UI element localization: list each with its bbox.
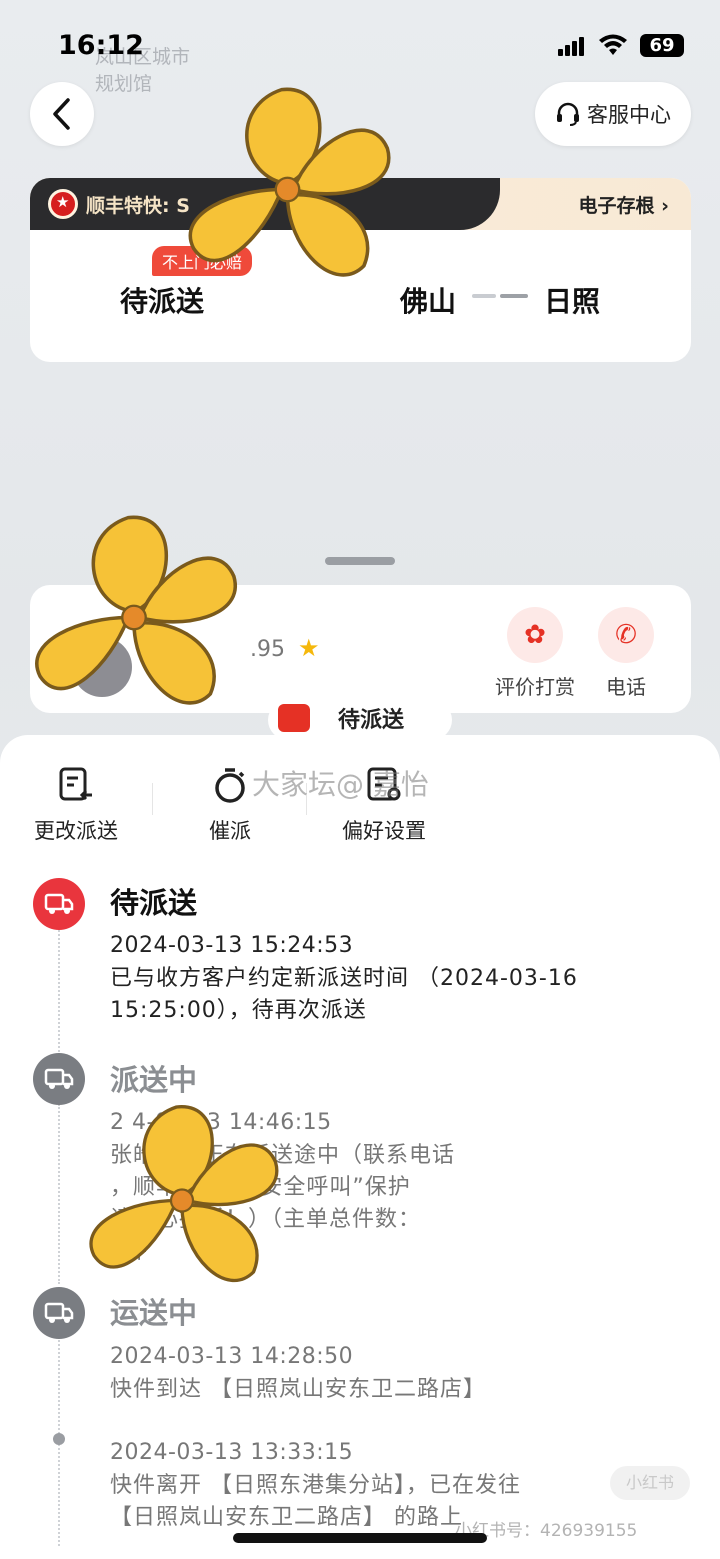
edit-document-icon <box>16 765 136 807</box>
timeline-description-line: 快件离开 【日照东港集分站】，已在发往 <box>110 1473 521 1498</box>
drag-handle[interactable] <box>325 557 395 565</box>
headset-icon <box>557 102 579 126</box>
call-label: 电话 <box>606 675 646 699</box>
wifi-icon <box>598 33 628 63</box>
timeline-description-line: 15:25:00），待再次派送 <box>110 998 367 1023</box>
courier-rating: .95 <box>250 637 285 662</box>
xiaohongshu-badge: 小红书 <box>610 1466 690 1500</box>
timeline-description-line: 已与收方客户约定新派送时间 （2024-03-16 <box>110 966 578 991</box>
battery-icon: 69 <box>640 34 684 57</box>
rate-tip-label: 评价打赏 <box>495 675 575 699</box>
sf-badge-icon <box>48 189 78 219</box>
truck-icon <box>278 704 310 732</box>
timeline-dot <box>53 1433 65 1445</box>
route-origin: 佛山 <box>400 285 457 318</box>
customer-service-label: 客服中心 <box>587 103 671 127</box>
electronic-stub-link[interactable]: 电子存根 › <box>579 191 669 218</box>
delivery-truck-icon <box>33 878 85 930</box>
timeline-description: 快件到达 【日照岚山安东卫二路店】 <box>110 1374 670 1406</box>
status-time: 16:12 <box>58 30 144 61</box>
call-button[interactable]: ✆ 电话 <box>581 607 671 700</box>
route-arrow-icon <box>472 294 528 298</box>
electronic-stub-label: 电子存根 <box>578 195 655 217</box>
flower-sticker-icon <box>188 87 391 277</box>
timeline-time: 2024-03-13 14:28:50 <box>110 1344 354 1369</box>
urge-delivery-label: 催派 <box>209 819 251 843</box>
watermark-text: 大家坛@ 嘉怡 <box>252 768 429 801</box>
phone-icon: ✆ <box>598 607 654 663</box>
change-delivery-button[interactable]: 更改派送 <box>16 765 136 845</box>
route-destination: 日照 <box>544 285 601 318</box>
home-indicator[interactable] <box>233 1533 487 1543</box>
change-delivery-label: 更改派送 <box>34 819 118 843</box>
timeline-description: 已与收方客户约定新派送时间 （2024-03-16 15:25:00），待再次派… <box>110 963 670 1027</box>
signal-icon <box>558 36 588 56</box>
timeline-time: 2024-03-13 13:33:15 <box>110 1440 354 1465</box>
toolbar-divider <box>152 783 153 815</box>
chevron-right-icon: › <box>661 195 669 217</box>
timeline-time: 2024-03-13 15:24:53 <box>110 933 354 958</box>
status-chip: 待派送 <box>268 700 452 740</box>
timeline-connector <box>58 1104 60 1284</box>
flower-sticker-icon <box>35 515 238 705</box>
customer-service-button[interactable]: 客服中心 <box>535 82 691 146</box>
chevron-left-icon <box>53 98 70 130</box>
preference-settings-label: 偏好设置 <box>342 819 426 843</box>
timeline-title: 待派送 <box>110 886 198 920</box>
timeline-description-line: 快件到达 【日照岚山安东卫二路店】 <box>110 1377 486 1402</box>
back-button[interactable] <box>30 82 94 146</box>
gift-icon: ✿ <box>507 607 563 663</box>
timeline-connector <box>58 930 60 1060</box>
rate-tip-button[interactable]: ✿ 评价打赏 <box>490 607 580 700</box>
status-chip-label: 待派送 <box>338 708 405 733</box>
flower-sticker-icon <box>89 1105 279 1283</box>
star-icon: ★ <box>298 634 320 662</box>
